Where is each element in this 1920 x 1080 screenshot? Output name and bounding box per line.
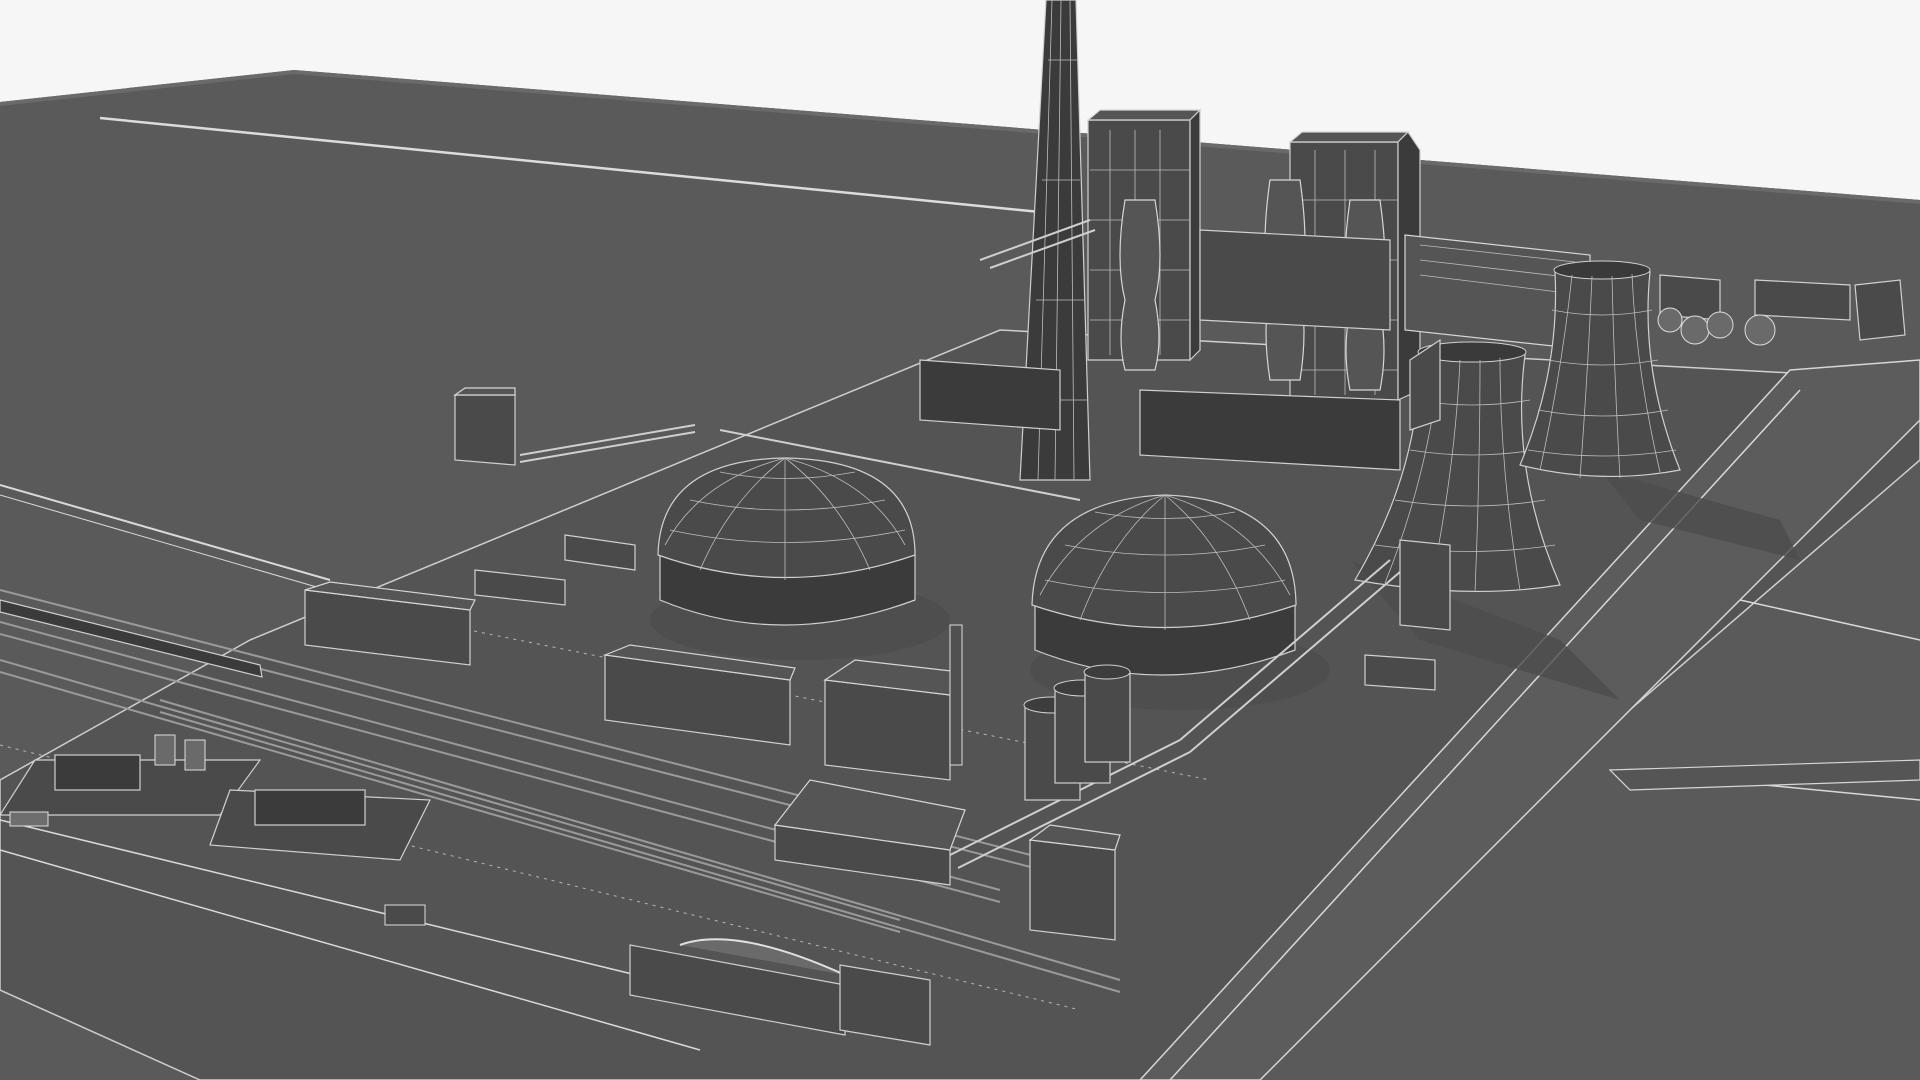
coal-dome-1 — [657, 457, 916, 626]
coal-dome-2 — [1031, 494, 1297, 676]
boiler-tower-1 — [1086, 108, 1202, 371]
power-plant-render — [0, 0, 1920, 1080]
